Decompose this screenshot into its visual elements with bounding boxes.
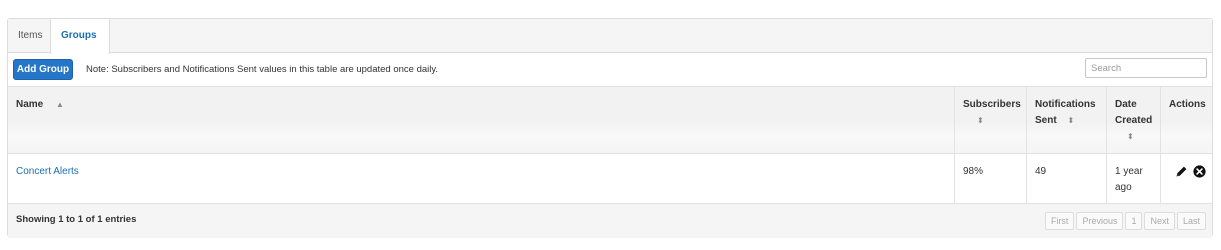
column-header-date-created[interactable]: Date Created ⬍ bbox=[1106, 87, 1160, 153]
notifications-header-label-line1: Notifications bbox=[1035, 99, 1096, 110]
groups-panel: Items Groups Add Group Note: Subscribers… bbox=[7, 18, 1213, 238]
table-header: Name ▲ Subscribers ⬍ Notifications Sent … bbox=[8, 86, 1212, 154]
subscribers-header-label: Subscribers bbox=[963, 99, 1021, 110]
date-created-line1: 1 year bbox=[1115, 166, 1143, 177]
column-header-actions: Actions bbox=[1160, 87, 1214, 153]
cell-name: Concert Alerts bbox=[8, 154, 954, 203]
column-header-subscribers[interactable]: Subscribers ⬍ bbox=[954, 87, 1026, 153]
column-header-notifications-sent[interactable]: Notifications Sent ⬍ bbox=[1026, 87, 1106, 153]
column-header-name[interactable]: Name ▲ bbox=[8, 87, 954, 153]
name-header-label: Name bbox=[16, 99, 44, 110]
cell-date-created: 1 year ago bbox=[1106, 154, 1160, 203]
pencil-icon[interactable] bbox=[1175, 164, 1188, 180]
cell-subscribers: 98% bbox=[954, 154, 1026, 203]
date-header-label-line2: Created bbox=[1115, 115, 1153, 126]
pagination-last-button[interactable]: Last bbox=[1176, 212, 1206, 230]
add-group-button[interactable]: Add Group bbox=[13, 59, 73, 80]
pagination-first-button[interactable]: First bbox=[1044, 212, 1075, 230]
pagination-previous-button[interactable]: Previous bbox=[1076, 212, 1124, 230]
entries-info: Showing 1 to 1 of 1 entries bbox=[16, 214, 137, 225]
update-note: Note: Subscribers and Notifications Sent… bbox=[86, 64, 439, 75]
date-created-line2: ago bbox=[1115, 182, 1132, 193]
table-row: Concert Alerts 98% 49 1 year ago bbox=[8, 154, 1212, 204]
group-name-link[interactable]: Concert Alerts bbox=[16, 166, 79, 177]
sort-both-icon: ⬍ bbox=[1067, 116, 1075, 125]
tab-groups[interactable]: Groups bbox=[50, 19, 110, 54]
cell-notifications-sent: 49 bbox=[1026, 154, 1106, 203]
sort-asc-icon: ▲ bbox=[56, 100, 64, 109]
pagination-next-button[interactable]: Next bbox=[1144, 212, 1175, 230]
table-footer: Showing 1 to 1 of 1 entries First Previo… bbox=[8, 204, 1212, 238]
sort-both-icon: ⬍ bbox=[1127, 132, 1134, 141]
pagination-page-1-button[interactable]: 1 bbox=[1125, 212, 1143, 230]
date-header-label-line1: Date bbox=[1115, 99, 1137, 110]
cell-actions bbox=[1160, 154, 1214, 203]
close-circle-icon[interactable] bbox=[1193, 164, 1206, 180]
pagination: First Previous 1 Next Last bbox=[1043, 212, 1206, 230]
toolbar: Add Group Note: Subscribers and Notifica… bbox=[8, 53, 1212, 86]
sort-both-icon: ⬍ bbox=[977, 116, 984, 125]
search-input[interactable] bbox=[1085, 58, 1207, 78]
notifications-header-label-line2: Sent bbox=[1035, 115, 1057, 126]
actions-header-label: Actions bbox=[1169, 99, 1206, 110]
tab-bar: Items Groups bbox=[8, 19, 1212, 54]
tab-items[interactable]: Items bbox=[8, 19, 50, 53]
